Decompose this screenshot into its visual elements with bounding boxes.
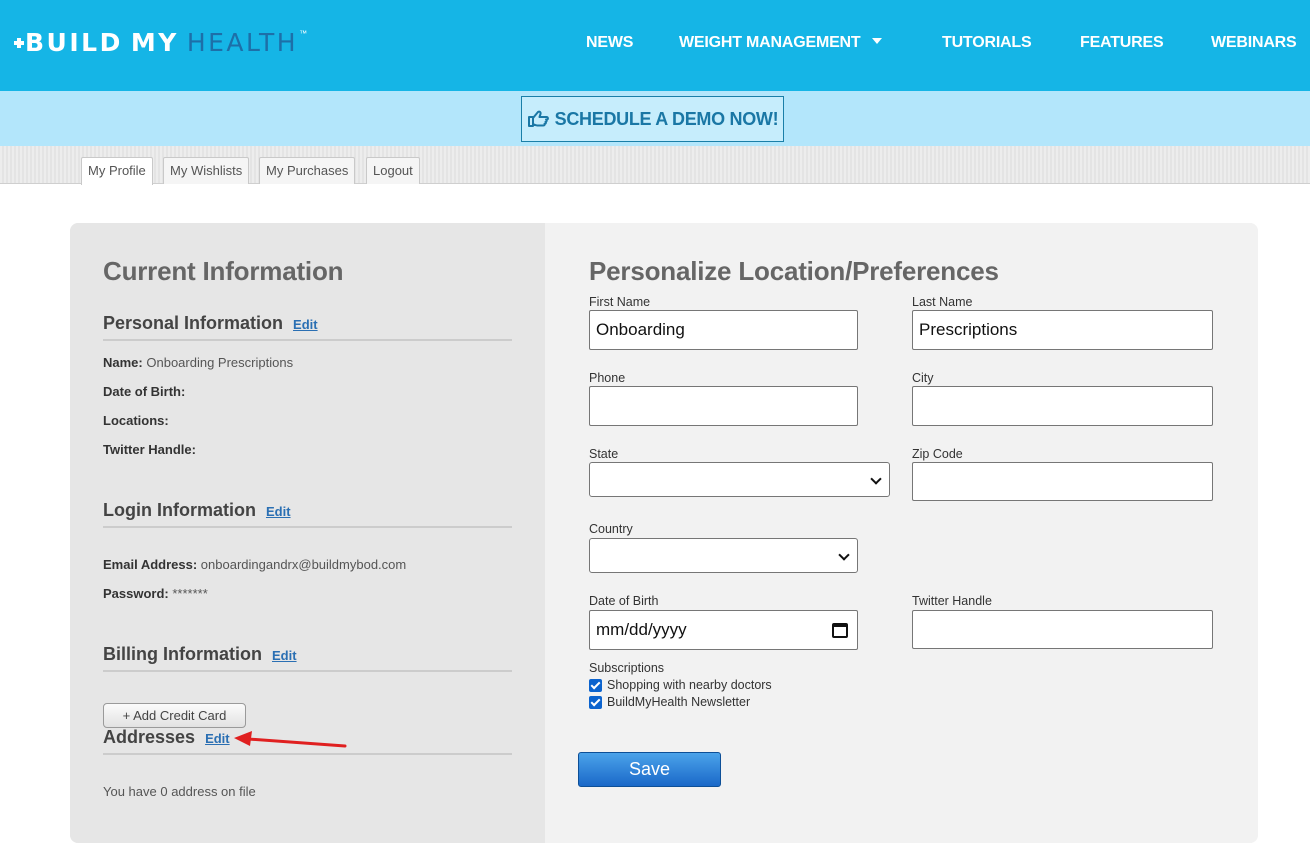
edit-billing-link[interactable]: Edit [272, 648, 297, 663]
schedule-demo-label: SCHEDULE A DEMO NOW! [554, 108, 779, 129]
nav-weight-management-label: WEIGHT MANAGEMENT [679, 34, 861, 51]
twitter-label: Twitter Handle: [103, 442, 196, 457]
billing-information-title: Billing Information [103, 644, 262, 664]
nav-weight-management[interactable]: WEIGHT MANAGEMENT [679, 33, 883, 53]
twitter-handle-input[interactable] [912, 610, 1213, 649]
addresses-heading: Addresses Edit [103, 727, 230, 748]
first-name-input[interactable]: Onboarding [589, 310, 858, 350]
chevron-down-icon [870, 473, 882, 485]
personal-locations-line: Locations: [103, 413, 169, 428]
main-nav: NEWS WEIGHT MANAGEMENT TUTORIALS FEATURE… [0, 33, 1310, 53]
checkbox-checked[interactable] [589, 678, 602, 692]
tab-my-purchases[interactable]: My Purchases [259, 157, 356, 184]
nav-features[interactable]: FEATURES [1080, 33, 1164, 53]
zip-code-input[interactable] [912, 462, 1213, 501]
country-label: Country [589, 522, 633, 536]
current-information-title: Current Information [103, 256, 344, 286]
personal-twitter-line: Twitter Handle: [103, 442, 196, 457]
first-name-label: First Name [589, 295, 651, 309]
locations-label: Locations: [103, 413, 169, 428]
account-tabs: My Profile My Wishlists My Purchases Log… [0, 146, 1310, 185]
login-password-line: Password: ******* [103, 586, 208, 601]
pointing-hand-icon [527, 110, 549, 127]
preferences-panel: Personalize Location/Preferences First N… [545, 223, 1258, 843]
email-value: onboardingandrx@buildmybod.com [200, 557, 407, 572]
personal-dob-line: Date of Birth: [103, 384, 185, 399]
address-count-text: You have 0 address on file [103, 784, 256, 799]
date-of-birth-placeholder: mm/dd/yyyy [596, 620, 687, 639]
phone-input[interactable] [589, 386, 858, 426]
divider [103, 526, 512, 528]
edit-addresses-link[interactable]: Edit [205, 731, 230, 746]
login-email-line: Email Address: onboardingandrx@buildmybo… [103, 557, 406, 572]
name-label: Name: [103, 355, 143, 370]
chevron-down-icon [838, 549, 850, 561]
nav-webinars[interactable]: WEBINARS [1211, 33, 1297, 53]
city-label: City [912, 371, 934, 385]
divider [103, 670, 512, 672]
tab-my-profile[interactable]: My Profile [81, 157, 153, 185]
subscription-option-label: BuildMyHealth Newsletter [607, 695, 751, 709]
last-name-input[interactable]: Prescriptions [912, 310, 1213, 350]
password-value: ******* [172, 586, 208, 601]
login-information-title: Login Information [103, 500, 256, 520]
password-label: Password: [103, 586, 169, 601]
login-information-heading: Login Information Edit [103, 500, 291, 521]
dob-label: Date of Birth: [103, 384, 186, 399]
edit-login-link[interactable]: Edit [266, 504, 291, 519]
save-button[interactable]: Save [578, 752, 721, 787]
site-header: BUILD MY HEALTH ™ NEWS WEIGHT MANAGEMENT… [0, 0, 1310, 91]
subscription-option[interactable]: BuildMyHealth Newsletter [589, 695, 750, 709]
checkbox-checked[interactable] [589, 695, 602, 709]
phone-label: Phone [589, 371, 626, 385]
date-of-birth-label: Date of Birth [589, 594, 659, 608]
email-label: Email Address: [103, 557, 198, 572]
twitter-handle-label: Twitter Handle [912, 594, 992, 608]
schedule-demo-button[interactable]: SCHEDULE A DEMO NOW! [521, 96, 784, 142]
nav-tutorials[interactable]: TUTORIALS [942, 33, 1032, 53]
edit-personal-link[interactable]: Edit [293, 317, 318, 332]
divider [103, 339, 512, 341]
divider [103, 753, 512, 755]
subscription-option-label: Shopping with nearby doctors [607, 678, 772, 692]
state-label: State [589, 447, 619, 461]
calendar-icon[interactable] [832, 623, 848, 638]
subscriptions-label: Subscriptions [589, 661, 665, 675]
country-select[interactable] [589, 538, 858, 573]
date-of-birth-input[interactable]: mm/dd/yyyy [589, 610, 858, 650]
chevron-down-icon [872, 37, 883, 44]
name-value: Onboarding Prescriptions [146, 355, 294, 370]
zip-code-label: Zip Code [912, 447, 963, 461]
nav-news[interactable]: NEWS [586, 33, 633, 53]
last-name-label: Last Name [912, 295, 973, 309]
tab-logout[interactable]: Logout [366, 157, 420, 184]
annotation-arrow-icon [234, 731, 347, 748]
personal-name-line: Name: Onboarding Prescriptions [103, 355, 293, 370]
subscription-option[interactable]: Shopping with nearby doctors [589, 678, 772, 692]
addresses-title: Addresses [103, 727, 196, 747]
billing-information-heading: Billing Information Edit [103, 644, 297, 665]
add-credit-card-button[interactable]: + Add Credit Card [103, 703, 246, 728]
personal-information-title: Personal Information [103, 313, 284, 333]
state-select[interactable] [589, 462, 890, 497]
preferences-title: Personalize Location/Preferences [589, 256, 999, 286]
tab-my-wishlists[interactable]: My Wishlists [163, 157, 250, 184]
city-input[interactable] [912, 386, 1213, 426]
personal-information-heading: Personal Information Edit [103, 313, 318, 334]
demo-banner: SCHEDULE A DEMO NOW! [0, 91, 1310, 146]
